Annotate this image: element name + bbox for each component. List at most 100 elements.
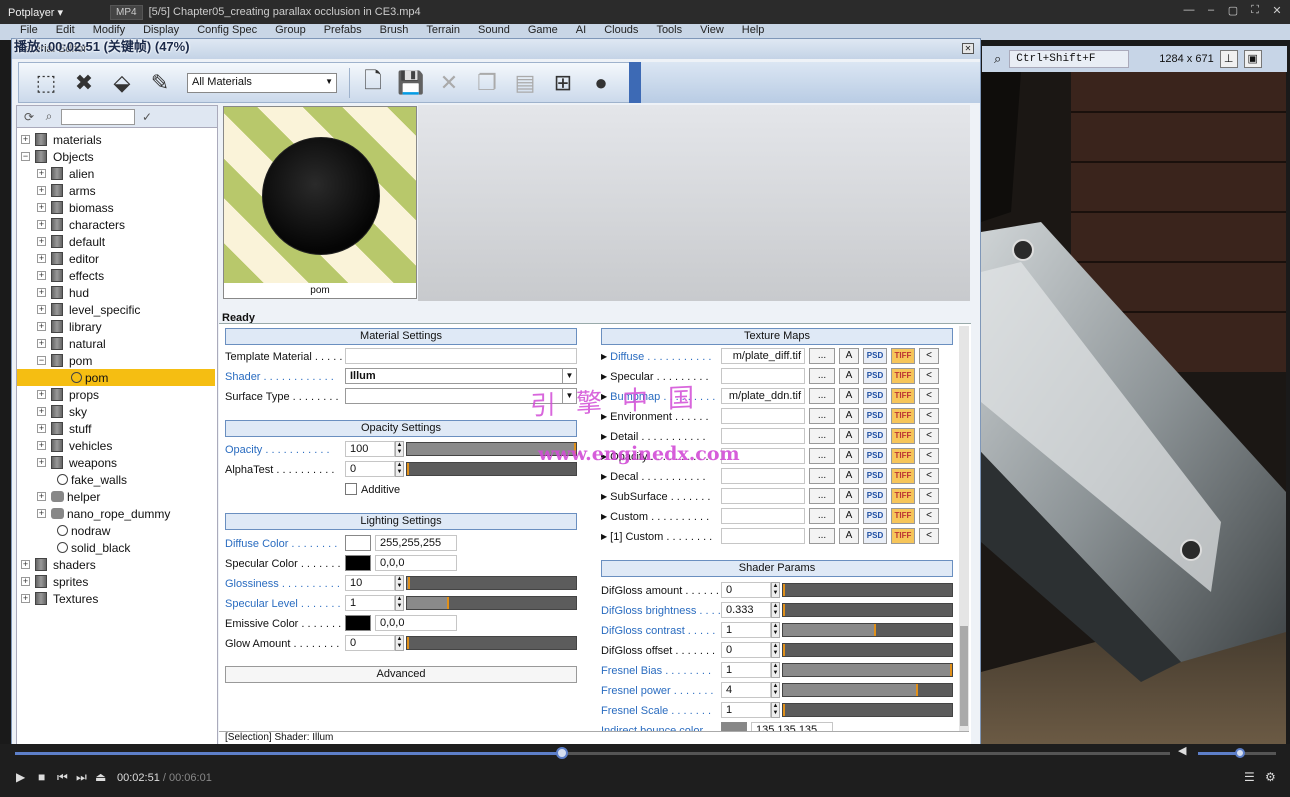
shader-param-spinner[interactable]: ▲ ▼ (771, 662, 780, 678)
collapse-icon[interactable]: − (37, 356, 46, 365)
browse-texture-button[interactable]: ... (809, 488, 835, 504)
alphatest-slider-thumb[interactable] (407, 463, 409, 475)
shader-params-header[interactable]: Shader Params (601, 560, 953, 577)
play-icon[interactable]: ▶ (16, 770, 25, 784)
open-psd-button[interactable]: PSD (863, 368, 887, 384)
texture-a-button[interactable]: A (839, 348, 859, 364)
shader-param-field[interactable]: 0 (721, 582, 771, 598)
material-filter-select[interactable]: All Materials ▼ (187, 72, 337, 93)
expand-icon[interactable]: + (37, 441, 46, 450)
specular-level-slider[interactable] (406, 596, 577, 610)
minimize-icon[interactable]: – (1204, 4, 1218, 17)
expand-arrow-icon[interactable]: ▶ (601, 472, 607, 481)
shader-param-field[interactable]: 1 (721, 702, 771, 718)
expand-icon[interactable]: + (37, 169, 46, 178)
texture-path-field[interactable]: m/plate_ddn.tif (721, 388, 805, 404)
expand-icon[interactable]: + (37, 220, 46, 229)
tree-item-nodraw[interactable]: nodraw (57, 522, 110, 539)
browse-texture-button[interactable]: ... (809, 468, 835, 484)
tree-item-shaders[interactable]: + shaders (21, 556, 96, 573)
glossiness-spinner[interactable]: ▲ ▼ (395, 575, 404, 591)
settings-icon[interactable]: ⚙ (1265, 770, 1276, 784)
emissive-color-swatch[interactable] (345, 615, 371, 631)
save-icon[interactable]: 💾 (394, 66, 428, 100)
alphatest-field[interactable]: 0 (345, 461, 395, 477)
texture-path-field[interactable]: m/plate_diff.tif (721, 348, 805, 364)
expand-icon[interactable]: + (37, 407, 46, 416)
shader-param-slider-thumb[interactable] (950, 664, 952, 676)
open-psd-button[interactable]: PSD (863, 468, 887, 484)
search-icon[interactable]: ⌕ (994, 51, 1001, 67)
specular-level-spinner[interactable]: ▲ ▼ (395, 595, 404, 611)
tree-item-vehicles[interactable]: + vehicles (37, 437, 112, 454)
texture-slot-label[interactable]: ▶ Custom . . . . . . . . . . (601, 508, 709, 525)
browse-texture-button[interactable]: ... (809, 448, 835, 464)
reset-texture-button[interactable]: < (919, 508, 939, 524)
reset-texture-button[interactable]: < (919, 528, 939, 544)
expand-icon[interactable]: + (21, 577, 30, 586)
texture-slot-label[interactable]: ▶ Decal . . . . . . . . . . . (601, 468, 706, 485)
reset-material-icon[interactable]: ✖ (67, 66, 101, 100)
texture-a-button[interactable]: A (839, 448, 859, 464)
reset-texture-button[interactable]: < (919, 488, 939, 504)
expand-icon[interactable]: + (37, 186, 46, 195)
shader-param-slider-thumb[interactable] (783, 644, 785, 656)
tree-item-pom[interactable]: − pom (37, 352, 92, 369)
expand-arrow-icon[interactable]: ▶ (601, 492, 607, 501)
assign-material-icon[interactable]: ⬚ (29, 66, 63, 100)
restore-icon[interactable]: ▢ (1226, 4, 1240, 17)
preview-sphere-icon[interactable]: ● (584, 66, 618, 100)
preview-fit-icon[interactable]: ⊞ (546, 66, 580, 100)
expand-arrow-icon[interactable]: ▶ (601, 512, 607, 521)
expand-icon[interactable]: + (37, 203, 46, 212)
tree-item-default[interactable]: + default (37, 233, 105, 250)
expand-icon[interactable]: + (37, 305, 46, 314)
shader-param-spinner[interactable]: ▲ ▼ (771, 622, 780, 638)
browse-texture-button[interactable]: ... (809, 428, 835, 444)
texture-a-button[interactable]: A (839, 368, 859, 384)
expand-arrow-icon[interactable]: ▶ (601, 372, 607, 381)
expand-icon[interactable]: + (37, 458, 46, 467)
texture-slot-label[interactable]: ▶ SubSurface . . . . . . . (601, 488, 710, 505)
template-material-field[interactable] (345, 348, 577, 364)
texture-slot-label[interactable]: ▶ [1] Custom . . . . . . . . (601, 528, 712, 545)
tree-item-stuff[interactable]: + stuff (37, 420, 91, 437)
shader-param-field[interactable]: 4 (721, 682, 771, 698)
tree-item-natural[interactable]: + natural (37, 335, 106, 352)
seek-handle[interactable] (556, 747, 568, 759)
3d-viewport[interactable] (981, 72, 1286, 744)
shader-param-slider-thumb[interactable] (916, 684, 918, 696)
close-icon[interactable]: ✕ (1270, 4, 1284, 17)
tree-item-biomass[interactable]: + biomass (37, 199, 114, 216)
browse-texture-button[interactable]: ... (809, 368, 835, 384)
tree-item-arms[interactable]: + arms (37, 182, 96, 199)
expand-icon[interactable]: + (21, 560, 30, 569)
open-tiff-button[interactable]: TIFF (891, 368, 915, 384)
texture-a-button[interactable]: A (839, 408, 859, 424)
expand-icon[interactable]: + (37, 254, 46, 263)
alphatest-spinner[interactable]: ▲ ▼ (395, 461, 404, 477)
expand-icon[interactable]: + (37, 509, 46, 518)
texture-path-field[interactable] (721, 488, 805, 504)
emissive-color-field[interactable]: 0,0,0 (375, 615, 457, 631)
tree-item-nano-rope-dummy[interactable]: + nano_rope_dummy (37, 505, 170, 522)
reset-texture-button[interactable]: < (919, 408, 939, 424)
tree-item-fake-walls[interactable]: fake_walls (57, 471, 127, 488)
expand-arrow-icon[interactable]: ▶ (601, 352, 607, 361)
texture-path-field[interactable] (721, 528, 805, 544)
tree-item-library[interactable]: + library (37, 318, 102, 335)
tree-item-level-specific[interactable]: + level_specific (37, 301, 140, 318)
collapse-icon[interactable]: − (21, 152, 30, 161)
opacity-field[interactable]: 100 (345, 441, 395, 457)
additive-checkbox[interactable] (345, 483, 357, 495)
expand-icon[interactable]: + (37, 288, 46, 297)
texture-maps-header[interactable]: Texture Maps (601, 328, 953, 345)
browse-texture-button[interactable]: ... (809, 508, 835, 524)
shader-param-spinner[interactable]: ▲ ▼ (771, 682, 780, 698)
open-psd-button[interactable]: PSD (863, 528, 887, 544)
diffuse-color-field[interactable]: 255,255,255 (375, 535, 457, 551)
refresh-icon[interactable]: ⟳ (21, 110, 37, 124)
diffuse-color-swatch[interactable] (345, 535, 371, 551)
open-tiff-button[interactable]: TIFF (891, 528, 915, 544)
playlist-icon[interactable]: ☰ (1244, 770, 1255, 784)
